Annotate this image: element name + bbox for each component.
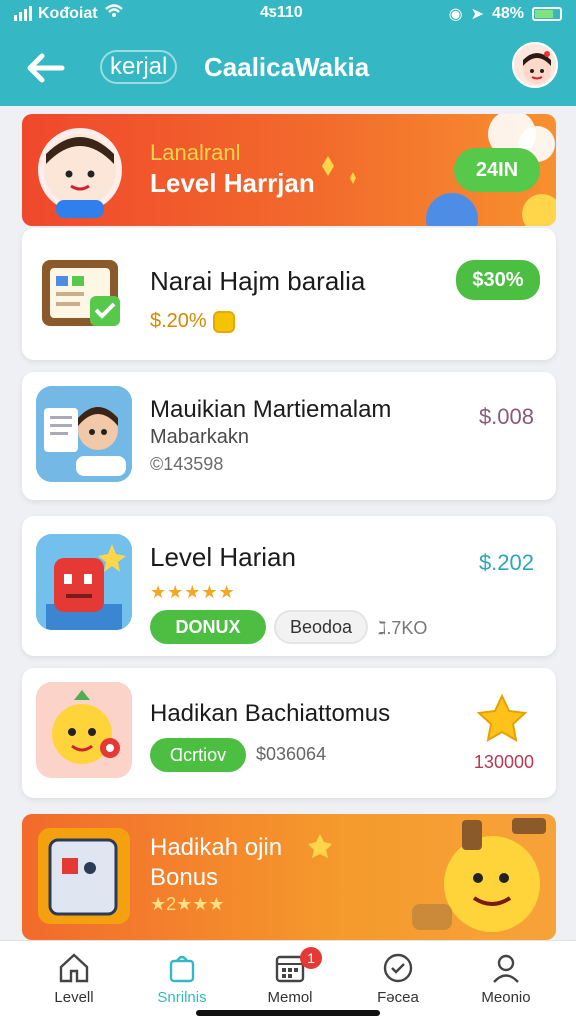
avatar[interactable] <box>512 42 558 88</box>
card-extra: ℷ.7KO <box>378 618 428 638</box>
emoji-icon <box>36 682 132 778</box>
bonus-stars: ★2★★★ <box>150 894 225 914</box>
card-subtitle: Mabarkakn <box>150 426 249 448</box>
list-item[interactable]: Level Harian ★★★★★ $.202 DONUX Beodoa ℷ.… <box>22 516 556 656</box>
home-icon <box>57 951 91 985</box>
top-bar: Koᵭoiat 4ƽ110 ◉ ➤ 48% kerjal CaalicaWaki… <box>0 0 576 106</box>
nav-label: Meonio <box>481 989 531 1006</box>
back-arrow-icon <box>27 53 65 83</box>
bonus-line2: Bonus <box>150 864 219 891</box>
beodoa-button[interactable]: Beodoa <box>274 610 368 644</box>
nav-label: Fǝcea <box>377 989 419 1006</box>
list-item[interactable]: Narai Hajm baralia $.20% $30% <box>22 228 556 360</box>
card-reward: $.20% <box>150 310 235 333</box>
card-title: Narai Hajm baralia <box>150 266 366 296</box>
notification-badge: 1 <box>300 947 322 969</box>
nav-label: Snrilnis <box>157 989 207 1006</box>
home-indicator[interactable] <box>196 1010 380 1016</box>
bonus-line1: Hadikah ojin <box>150 834 283 861</box>
nav-snrilnis[interactable]: Snrilnis <box>132 951 232 1011</box>
list-item[interactable]: Mauikian Martiemalam Mabarkakn ©143598 $… <box>22 372 556 500</box>
location-icon: ◉ <box>448 6 463 23</box>
card-title: Level Harian <box>150 542 296 572</box>
banner-top-badge[interactable]: 24IN <box>454 148 540 192</box>
card-price-small: $.20% <box>150 310 207 332</box>
bonus-banner[interactable]: Hadikah ojin Bonus ★2★★★ <box>22 814 556 940</box>
rating-stars: ★★★★★ <box>150 582 236 602</box>
level-banner[interactable]: Lanalranl Level Harrjan 24IN <box>22 114 556 226</box>
coin-icon <box>212 310 235 333</box>
card-title: Hadikan Bachiattomus <box>150 700 391 727</box>
card-title: Mauikian Martiemalam <box>150 396 392 423</box>
signal-icon <box>14 6 32 21</box>
banner-top-line2: Level Harrjan <box>150 168 315 198</box>
app-bar: kerjal CaalicaWakia <box>0 38 576 98</box>
wifi-icon <box>104 4 124 23</box>
profile-icon <box>489 951 523 985</box>
check-circle-icon <box>381 951 415 985</box>
nav-memol[interactable]: 1 Memol <box>240 947 340 1011</box>
list-item[interactable]: Hadikan Bachiattomus Ɑcrtiov $036064 130… <box>22 668 556 798</box>
bonus-decoration <box>38 818 546 932</box>
banner-top-line1: Lanalranl <box>150 140 241 165</box>
nav-label: Levell <box>54 989 94 1006</box>
nav-label: Memol <box>267 989 313 1006</box>
app-pill[interactable]: kerjal <box>100 50 178 84</box>
status-pill[interactable]: Ɑcrtiov <box>150 738 246 772</box>
nav-levell[interactable]: Levell <box>24 951 124 1011</box>
card-price-pill[interactable]: $30% <box>456 260 540 300</box>
status-bar: Koᵭoiat 4ƽ110 ◉ ➤ 48% <box>0 0 576 28</box>
card-code: ©143598 <box>150 454 224 474</box>
battery-label: 48% <box>491 5 524 22</box>
battery-icon <box>532 7 562 21</box>
red-box-icon <box>36 534 132 630</box>
star-icon <box>476 693 528 751</box>
carrier-label: Koᵭoiat <box>38 4 98 22</box>
shopping-bag-icon <box>165 951 199 985</box>
status-right: ◉ ➤ 48% <box>449 4 562 24</box>
back-button[interactable] <box>22 50 66 86</box>
donux-button[interactable]: DONUX <box>150 610 266 644</box>
card-price: $.202 <box>478 550 534 575</box>
status-time: 4ƽ110 <box>260 4 303 21</box>
page-title: CaalicaWakia <box>204 52 370 82</box>
card-price: 130000 <box>473 752 534 772</box>
card-sub: $036064 <box>256 744 327 764</box>
nav-meonio[interactable]: Meonio <box>456 951 556 1011</box>
task-board-icon <box>36 246 132 342</box>
card-price: $.008 <box>478 404 534 429</box>
navigation-icon: ➤ <box>470 6 484 23</box>
status-left: Koᵭoiat <box>14 4 124 23</box>
nav-fcea[interactable]: Fǝcea <box>348 951 448 1011</box>
avatar-face-icon <box>523 51 551 84</box>
kid-reading-icon <box>36 386 132 482</box>
